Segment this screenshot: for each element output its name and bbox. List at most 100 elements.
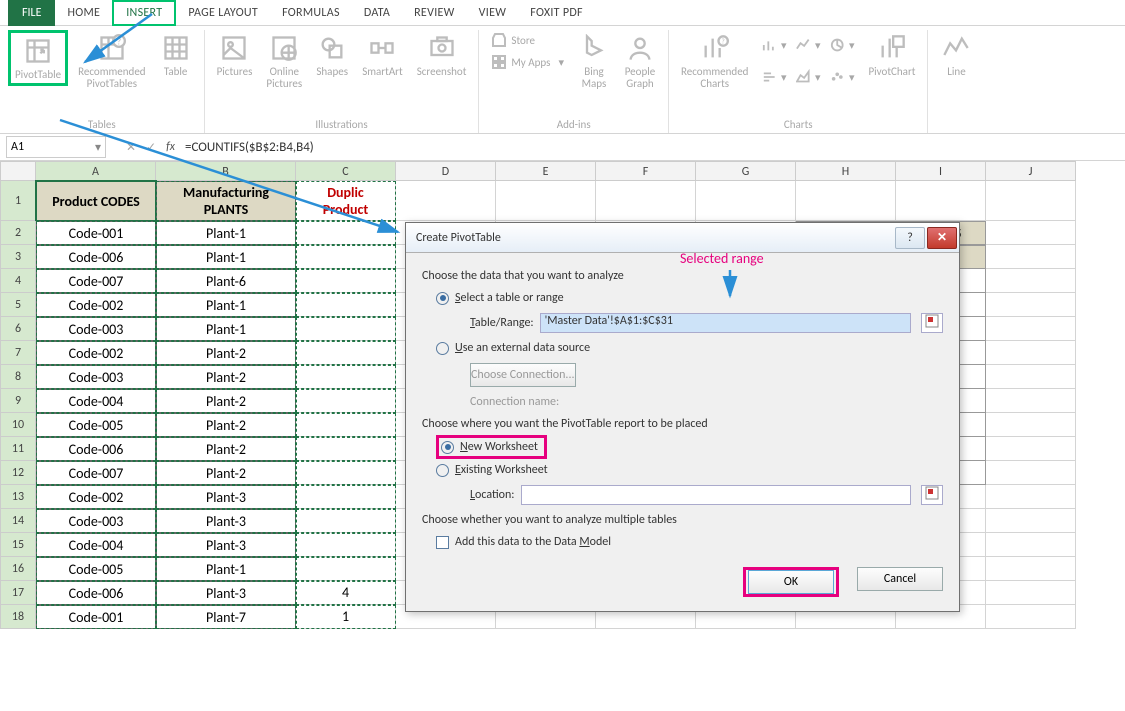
cell-J1[interactable] <box>986 181 1076 221</box>
row-header-10[interactable]: 10 <box>0 413 36 437</box>
fx-icon[interactable]: fx <box>166 140 175 154</box>
cell-C12[interactable] <box>296 461 396 485</box>
cell-J5[interactable] <box>986 293 1076 317</box>
dialog-titlebar[interactable]: Create PivotTable ? ✕ <box>406 223 959 253</box>
cell-J13[interactable] <box>986 485 1076 509</box>
dialog-help-button[interactable]: ? <box>895 227 925 249</box>
ok-button[interactable]: OK <box>748 570 834 594</box>
cell-C2[interactable] <box>296 221 396 245</box>
cell-C18[interactable]: 1 <box>296 605 396 629</box>
chart-area-button[interactable]: ▾ <box>792 62 824 92</box>
cell-B5[interactable]: Plant-1 <box>156 293 296 317</box>
cell-C1[interactable]: DuplicProduct <box>296 181 396 221</box>
cell-B17[interactable]: Plant-3 <box>156 581 296 605</box>
location-input[interactable] <box>521 485 911 505</box>
col-header-D[interactable]: D <box>396 161 496 181</box>
tab-insert[interactable]: INSERT <box>112 0 176 26</box>
tab-foxit-pdf[interactable]: FOXIT PDF <box>518 0 595 26</box>
cell-B8[interactable]: Plant-2 <box>156 365 296 389</box>
cell-A18[interactable]: Code-001 <box>36 605 156 629</box>
online-pictures-button[interactable]: Online Pictures <box>262 30 306 92</box>
cell-H1[interactable] <box>796 181 896 221</box>
cell-C15[interactable] <box>296 533 396 557</box>
cell-A2[interactable]: Code-001 <box>36 221 156 245</box>
cell-J15[interactable] <box>986 533 1076 557</box>
cell-C4[interactable] <box>296 269 396 293</box>
cell-J4[interactable] <box>986 269 1076 293</box>
cell-B10[interactable]: Plant-2 <box>156 413 296 437</box>
cell-A7[interactable]: Code-002 <box>36 341 156 365</box>
row-header-9[interactable]: 9 <box>0 389 36 413</box>
radio-existing-worksheet[interactable]: Existing Worksheet <box>422 459 943 481</box>
col-header-H[interactable]: H <box>796 161 896 181</box>
chart-line-button[interactable]: ▾ <box>792 30 824 60</box>
cancel-formula-button[interactable]: ✕ <box>126 140 136 155</box>
myapps-button[interactable]: My Apps▾ <box>487 52 568 72</box>
chart-pie-button[interactable]: ▾ <box>826 30 858 60</box>
col-header-E[interactable]: E <box>496 161 596 181</box>
row-header-3[interactable]: 3 <box>0 245 36 269</box>
cell-B14[interactable]: Plant-3 <box>156 509 296 533</box>
cell-A3[interactable]: Code-006 <box>36 245 156 269</box>
cell-I1[interactable] <box>896 181 986 221</box>
row-header-17[interactable]: 17 <box>0 581 36 605</box>
cell-C6[interactable] <box>296 317 396 341</box>
dialog-close-button[interactable]: ✕ <box>927 227 957 249</box>
cell-J7[interactable] <box>986 341 1076 365</box>
cell-C8[interactable] <box>296 365 396 389</box>
cell-C11[interactable] <box>296 437 396 461</box>
cell-A9[interactable]: Code-004 <box>36 389 156 413</box>
tablerange-input[interactable]: 'Master Data'!$A$1:$C$31 <box>540 313 911 333</box>
row-header-15[interactable]: 15 <box>0 533 36 557</box>
recommended-pivottables-button[interactable]: ? Recommended PivotTables <box>74 30 149 92</box>
col-header-J[interactable]: J <box>986 161 1076 181</box>
cell-J8[interactable] <box>986 365 1076 389</box>
name-box[interactable]: A1▾ <box>6 136 106 158</box>
cell-B1[interactable]: Manufacturing PLANTS <box>156 181 296 221</box>
cancel-button[interactable]: Cancel <box>857 567 943 591</box>
col-header-C[interactable]: C <box>296 161 396 181</box>
bing-maps-button[interactable]: Bing Maps <box>574 30 614 92</box>
cell-A6[interactable]: Code-003 <box>36 317 156 341</box>
table-button[interactable]: Table <box>156 30 196 80</box>
cell-C9[interactable] <box>296 389 396 413</box>
screenshot-button[interactable]: Screenshot <box>413 30 471 80</box>
cell-A11[interactable]: Code-006 <box>36 437 156 461</box>
cell-J16[interactable] <box>986 557 1076 581</box>
cell-B13[interactable]: Plant-3 <box>156 485 296 509</box>
tab-review[interactable]: REVIEW <box>402 0 467 26</box>
cell-B4[interactable]: Plant-6 <box>156 269 296 293</box>
sparkline-line-button[interactable]: Line <box>936 30 976 80</box>
cell-C7[interactable] <box>296 341 396 365</box>
row-header-14[interactable]: 14 <box>0 509 36 533</box>
cell-A8[interactable]: Code-003 <box>36 365 156 389</box>
row-header-1[interactable]: 1 <box>0 181 36 221</box>
cell-J14[interactable] <box>986 509 1076 533</box>
cell-F1[interactable] <box>596 181 696 221</box>
row-header-18[interactable]: 18 <box>0 605 36 629</box>
cell-D1[interactable] <box>396 181 496 221</box>
cell-A4[interactable]: Code-007 <box>36 269 156 293</box>
cell-A15[interactable]: Code-004 <box>36 533 156 557</box>
col-header-F[interactable]: F <box>596 161 696 181</box>
cell-J10[interactable] <box>986 413 1076 437</box>
cell-J18[interactable] <box>986 605 1076 629</box>
tab-view[interactable]: VIEW <box>467 0 519 26</box>
col-header-I[interactable]: I <box>896 161 986 181</box>
cell-B18[interactable]: Plant-7 <box>156 605 296 629</box>
select-all-corner[interactable] <box>0 161 36 181</box>
store-button[interactable]: Store <box>487 30 568 50</box>
cell-B11[interactable]: Plant-2 <box>156 437 296 461</box>
tab-file[interactable]: FILE <box>8 0 55 26</box>
radio-new-worksheet[interactable]: New Worksheet <box>441 438 542 456</box>
formula-input[interactable]: =COUNTIFS($B$2:B4,B4) <box>185 140 314 155</box>
cell-J9[interactable] <box>986 389 1076 413</box>
cell-G1[interactable] <box>696 181 796 221</box>
cell-A1[interactable]: Product CODES <box>36 181 156 221</box>
pictures-button[interactable]: Pictures <box>213 30 257 80</box>
col-header-G[interactable]: G <box>696 161 796 181</box>
cell-C10[interactable] <box>296 413 396 437</box>
row-header-7[interactable]: 7 <box>0 341 36 365</box>
shapes-button[interactable]: Shapes <box>312 30 352 80</box>
row-header-2[interactable]: 2 <box>0 221 36 245</box>
